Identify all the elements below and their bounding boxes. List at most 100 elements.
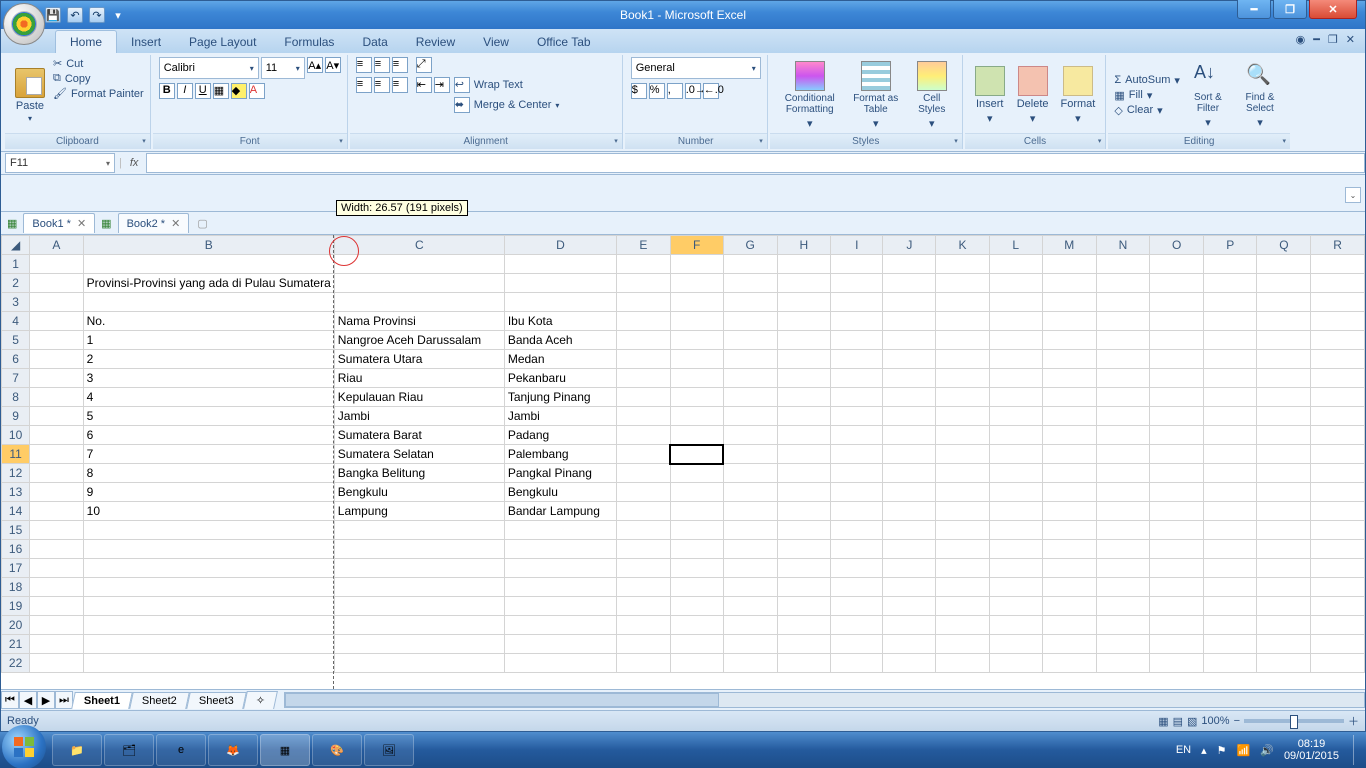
cell-D11[interactable]: Palembang: [504, 445, 616, 464]
worksheet-grid[interactable]: ◢ABCDEFGHIJKLMNOPQR12Provinsi-Provinsi y…: [1, 235, 1365, 689]
cell-M5[interactable]: [1042, 331, 1096, 350]
cell-E12[interactable]: [617, 464, 670, 483]
cell-A11[interactable]: [30, 445, 83, 464]
cell-R13[interactable]: [1311, 483, 1365, 502]
cell-K3[interactable]: [936, 293, 989, 312]
column-header-I[interactable]: I: [831, 236, 883, 255]
taskbar-item-firefox[interactable]: 🦊: [208, 734, 258, 766]
cell-H21[interactable]: [777, 635, 831, 654]
align-center-button[interactable]: ≡: [374, 77, 390, 93]
cell-N16[interactable]: [1096, 540, 1150, 559]
cell-P1[interactable]: [1204, 255, 1257, 274]
cell-F18[interactable]: [670, 578, 723, 597]
cell-R14[interactable]: [1311, 502, 1365, 521]
tab-view[interactable]: View: [469, 31, 523, 53]
cell-R7[interactable]: [1311, 369, 1365, 388]
name-box[interactable]: F11▾: [5, 153, 115, 173]
cell-M1[interactable]: [1042, 255, 1096, 274]
sheet-nav-first-icon[interactable]: ⏮: [1, 691, 19, 709]
cell-K7[interactable]: [936, 369, 989, 388]
cell-B15[interactable]: [83, 521, 334, 540]
cell-H7[interactable]: [777, 369, 831, 388]
cell-P9[interactable]: [1204, 407, 1257, 426]
cell-O7[interactable]: [1150, 369, 1204, 388]
cell-M2[interactable]: [1042, 274, 1096, 293]
taskbar-item-ie[interactable]: e: [156, 734, 206, 766]
cell-G22[interactable]: [723, 654, 777, 673]
view-page-layout-icon[interactable]: ▤: [1173, 715, 1183, 728]
cell-K16[interactable]: [936, 540, 989, 559]
cell-B6[interactable]: 2: [83, 350, 334, 369]
wrap-text-button[interactable]: ↩Wrap Text: [454, 77, 560, 93]
cell-M15[interactable]: [1042, 521, 1096, 540]
row-header-18[interactable]: 18: [2, 578, 30, 597]
cell-E20[interactable]: [617, 616, 670, 635]
help-icon[interactable]: ◉: [1296, 33, 1306, 46]
cell-J18[interactable]: [883, 578, 936, 597]
ribbon-minimize-icon[interactable]: ━: [1313, 33, 1320, 46]
cell-N2[interactable]: [1096, 274, 1150, 293]
cell-A18[interactable]: [30, 578, 83, 597]
cell-N14[interactable]: [1096, 502, 1150, 521]
cell-O21[interactable]: [1150, 635, 1204, 654]
cell-C1[interactable]: [334, 255, 504, 274]
align-bottom-button[interactable]: ≡: [392, 57, 408, 73]
cell-C17[interactable]: [334, 559, 504, 578]
cell-I4[interactable]: [831, 312, 883, 331]
cell-Q21[interactable]: [1257, 635, 1311, 654]
cell-D6[interactable]: Medan: [504, 350, 616, 369]
grow-font-button[interactable]: A▴: [307, 57, 323, 73]
cell-F11[interactable]: [670, 445, 723, 464]
cell-R18[interactable]: [1311, 578, 1365, 597]
cell-N12[interactable]: [1096, 464, 1150, 483]
decrease-indent-button[interactable]: ⇤: [416, 77, 432, 93]
cell-C21[interactable]: [334, 635, 504, 654]
cell-C11[interactable]: Sumatera Selatan: [334, 445, 504, 464]
cell-K6[interactable]: [936, 350, 989, 369]
column-header-R[interactable]: R: [1311, 236, 1365, 255]
cell-I14[interactable]: [831, 502, 883, 521]
tab-formulas[interactable]: Formulas: [270, 31, 348, 53]
cell-D3[interactable]: [504, 293, 616, 312]
cell-L10[interactable]: [989, 426, 1042, 445]
cell-F6[interactable]: [670, 350, 723, 369]
decrease-decimal-button[interactable]: ←.0: [703, 83, 719, 99]
align-right-button[interactable]: ≡: [392, 77, 408, 93]
cell-E15[interactable]: [617, 521, 670, 540]
cell-C3[interactable]: [334, 293, 504, 312]
tab-insert[interactable]: Insert: [117, 31, 175, 53]
cell-H22[interactable]: [777, 654, 831, 673]
column-header-C[interactable]: C: [334, 236, 504, 255]
cell-G4[interactable]: [723, 312, 777, 331]
cell-G18[interactable]: [723, 578, 777, 597]
cell-E2[interactable]: [617, 274, 670, 293]
cell-Q12[interactable]: [1257, 464, 1311, 483]
cell-G17[interactable]: [723, 559, 777, 578]
tray-lang[interactable]: EN: [1176, 744, 1191, 756]
cell-E21[interactable]: [617, 635, 670, 654]
cell-Q16[interactable]: [1257, 540, 1311, 559]
cell-O10[interactable]: [1150, 426, 1204, 445]
column-header-Q[interactable]: Q: [1257, 236, 1311, 255]
cell-J6[interactable]: [883, 350, 936, 369]
cell-I22[interactable]: [831, 654, 883, 673]
row-header-11[interactable]: 11: [2, 445, 30, 464]
cell-A8[interactable]: [30, 388, 83, 407]
row-header-3[interactable]: 3: [2, 293, 30, 312]
formula-input[interactable]: [146, 153, 1365, 173]
cell-D15[interactable]: [504, 521, 616, 540]
qat-undo-icon[interactable]: ↶: [67, 7, 83, 23]
cell-P15[interactable]: [1204, 521, 1257, 540]
row-header-6[interactable]: 6: [2, 350, 30, 369]
italic-button[interactable]: I: [177, 83, 193, 99]
percent-button[interactable]: %: [649, 83, 665, 99]
format-painter-button[interactable]: 🖌 Format Painter: [53, 87, 144, 100]
cell-H15[interactable]: [777, 521, 831, 540]
cell-H14[interactable]: [777, 502, 831, 521]
cell-F9[interactable]: [670, 407, 723, 426]
cell-L15[interactable]: [989, 521, 1042, 540]
cell-M16[interactable]: [1042, 540, 1096, 559]
cell-K9[interactable]: [936, 407, 989, 426]
cell-I13[interactable]: [831, 483, 883, 502]
cell-P3[interactable]: [1204, 293, 1257, 312]
